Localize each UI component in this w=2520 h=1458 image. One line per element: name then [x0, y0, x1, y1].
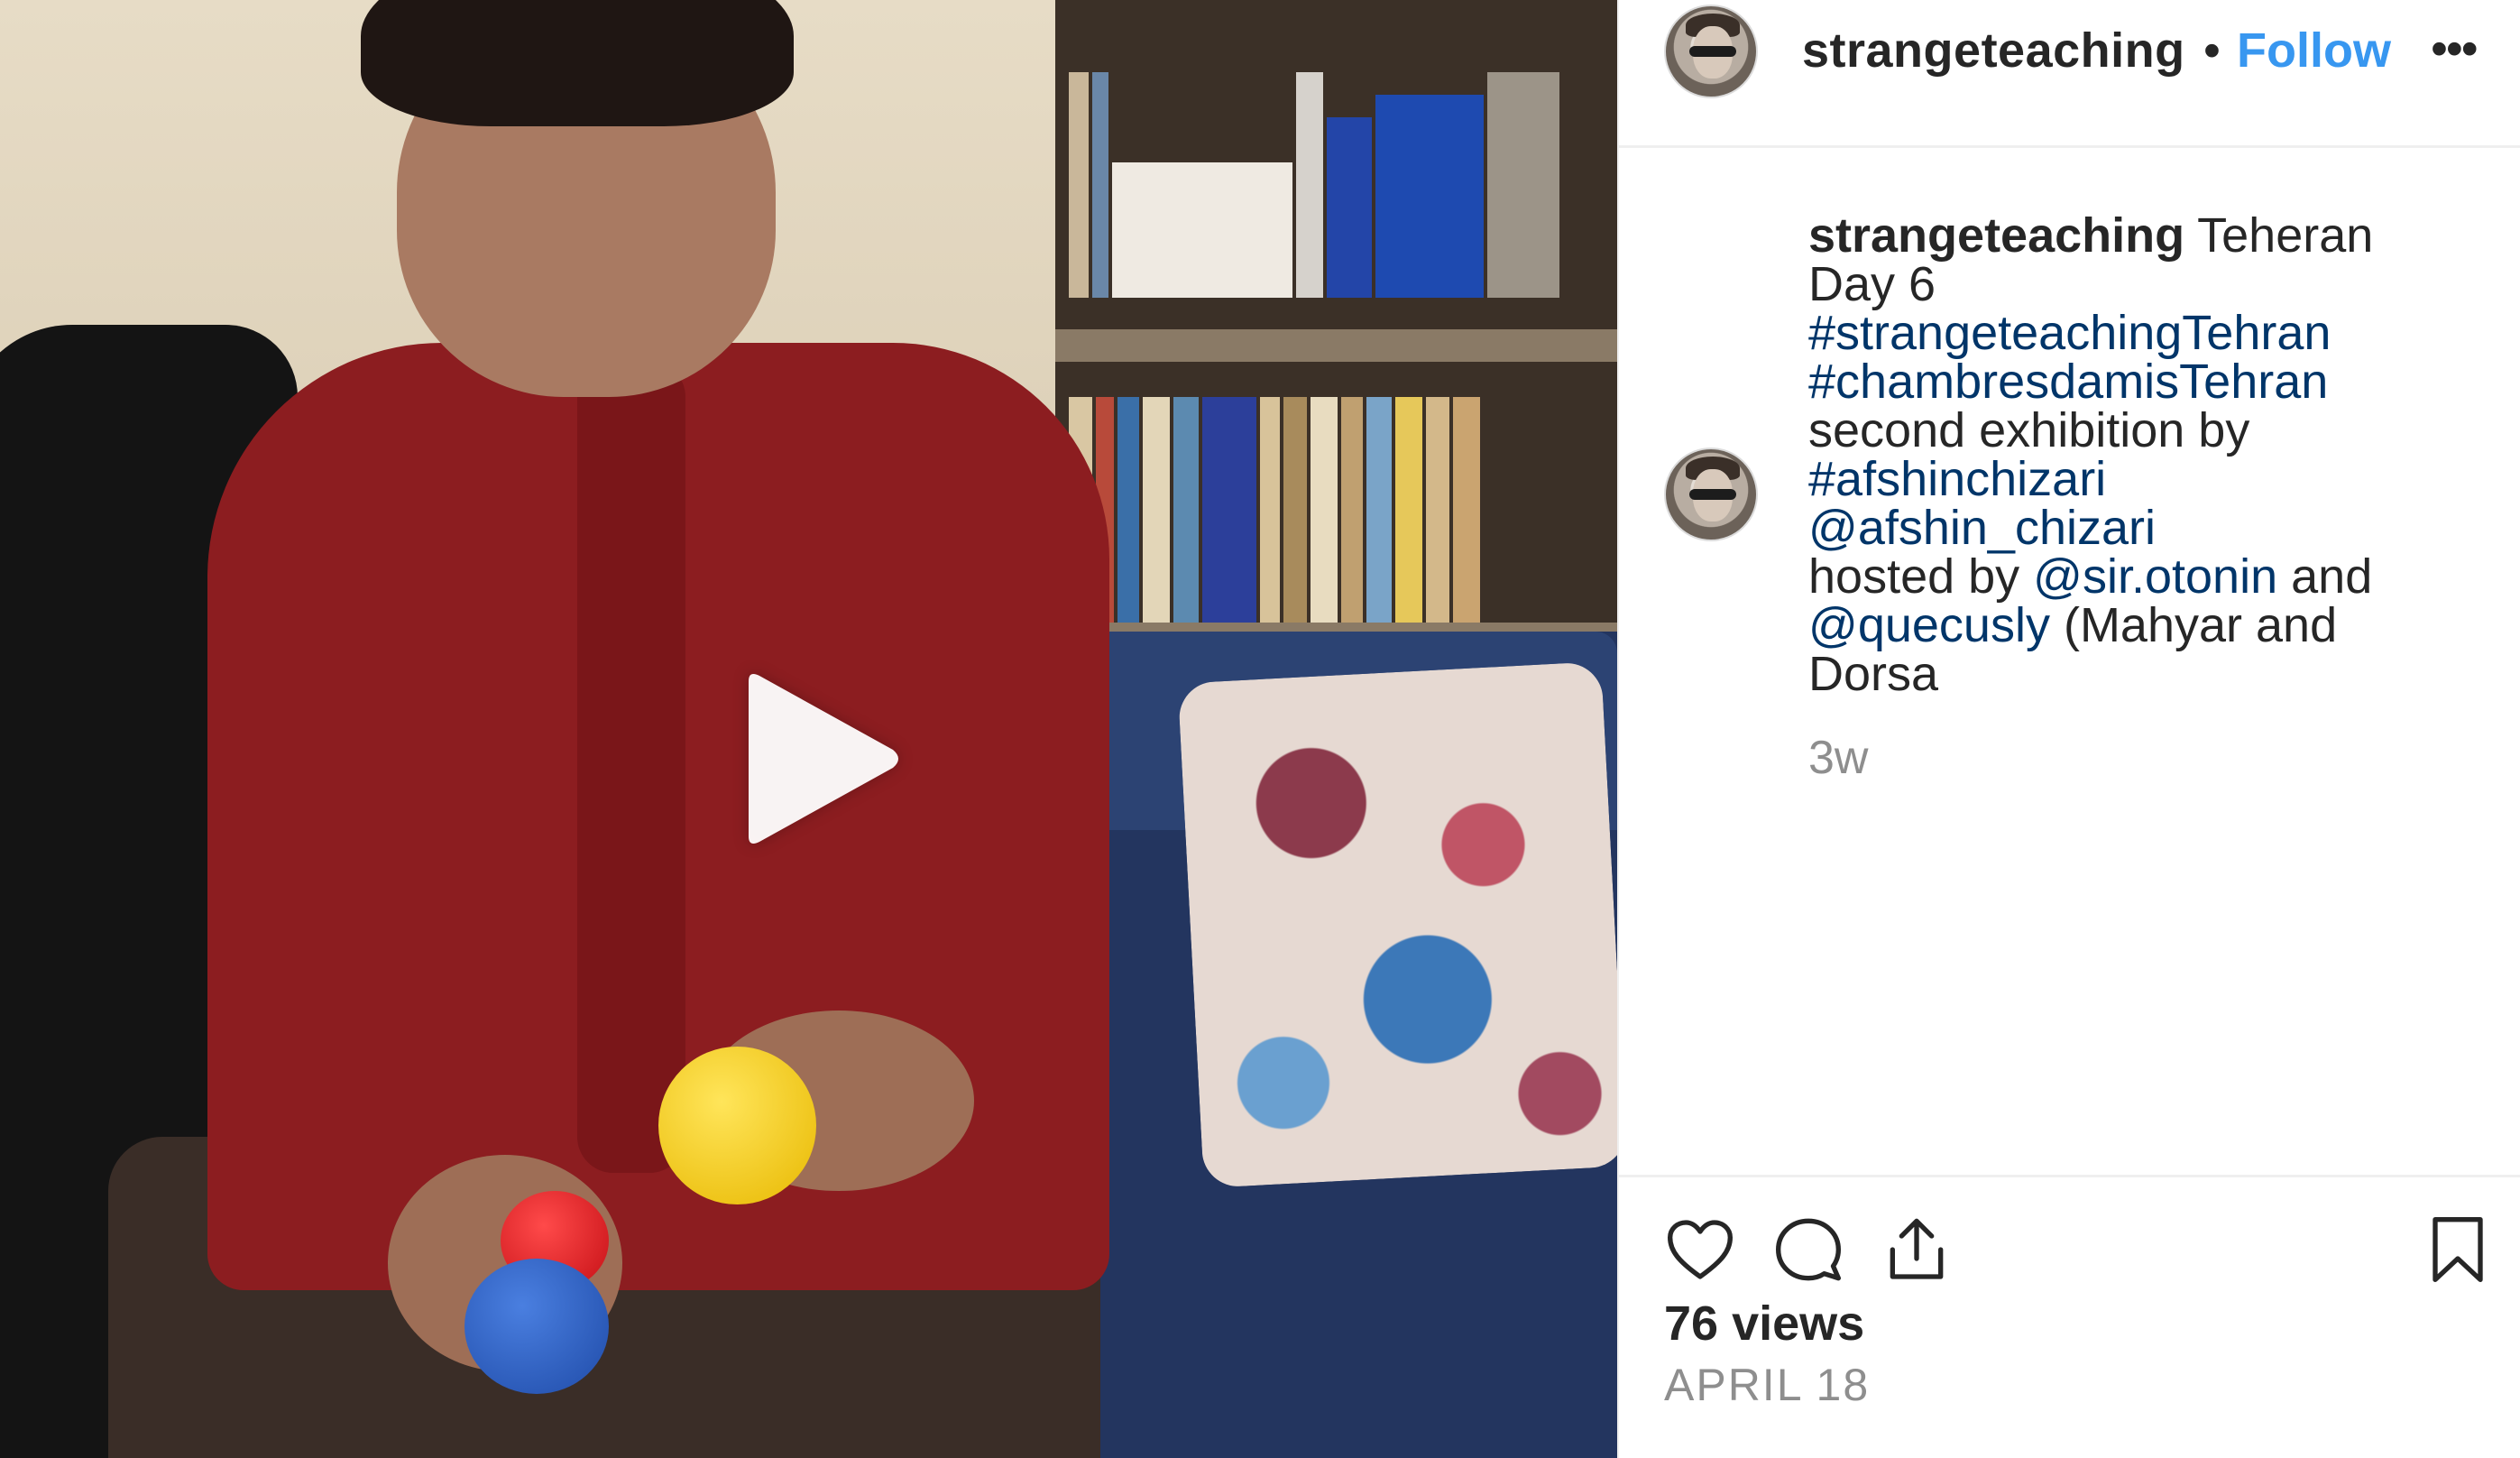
hashtag-link[interactable]: #chambresdamisTehran — [1808, 355, 2328, 409]
caption-text: hosted by — [1808, 549, 2034, 604]
caption-line-8: hosted by @sir.otonin and — [1808, 552, 2503, 601]
post-side-panel: strangeteaching • Follow ••• strangeteac… — [1617, 0, 2520, 1458]
caption-line-9: @quecusly (Mahyar and — [1808, 601, 2503, 650]
avatar-glasses — [1689, 46, 1736, 57]
mention-link[interactable]: @afshin_chizari — [1808, 501, 2156, 555]
comment-icon[interactable] — [1772, 1213, 1844, 1286]
video-books-bottom — [1069, 397, 1610, 623]
caption-line-5: second exhibition by — [1808, 403, 2250, 457]
post-header: strangeteaching • Follow ••• — [1619, 0, 2520, 148]
view-count[interactable]: 76 views — [1664, 1295, 1864, 1352]
mention-link[interactable]: @quecusly — [1808, 598, 2050, 652]
post-actions: 76 views APRIL 18 — [1619, 1175, 2520, 1458]
share-icon[interactable] — [1881, 1213, 1953, 1286]
caption-text: and — [2277, 549, 2373, 604]
caption-line-3: #strangeteachingTehran — [1808, 309, 2503, 357]
video-shirt-placket — [577, 361, 685, 1173]
play-icon[interactable] — [732, 670, 904, 847]
video-shelf-board — [1055, 329, 1617, 362]
post-caption: strangeteaching Teheran Day 6 #strangete… — [1808, 211, 2503, 698]
video-player[interactable] — [0, 0, 1617, 1458]
follow-button[interactable]: Follow — [2237, 22, 2391, 79]
caption-line-10: Dorsa — [1808, 647, 1939, 701]
author-avatar[interactable] — [1664, 5, 1758, 98]
caption-timestamp[interactable]: 3w — [1808, 733, 1868, 783]
hashtag-link[interactable]: #afshinchizari — [1808, 452, 2106, 506]
caption-line-6: #afshinchizari — [1808, 455, 2503, 503]
author-username[interactable]: strangeteaching — [1802, 22, 2194, 79]
bookmark-icon[interactable] — [2422, 1213, 2494, 1286]
caption-line-2: Day 6 — [1808, 257, 1936, 311]
caption-username[interactable]: strangeteaching — [1808, 208, 2184, 263]
video-yellow-ball — [658, 1047, 816, 1204]
heart-icon[interactable] — [1664, 1213, 1736, 1286]
caption-text: (Mahyar and — [2049, 598, 2338, 652]
caption-line-4: #chambresdamisTehran — [1808, 357, 2503, 406]
video-blue-ball — [464, 1259, 609, 1394]
caption-line-7: @afshin_chizari — [1808, 503, 2503, 552]
video-hair — [361, 0, 794, 126]
more-options-icon[interactable]: ••• — [2431, 20, 2479, 78]
avatar-glasses — [1689, 489, 1736, 500]
header-separator: • — [2203, 23, 2221, 78]
video-books-top — [1069, 72, 1610, 298]
caption-text: Teheran — [2184, 208, 2374, 263]
video-floral-pillow — [1177, 661, 1617, 1188]
hashtag-link[interactable]: #strangeteachingTehran — [1808, 306, 2331, 360]
mention-link[interactable]: @sir.otonin — [2033, 549, 2277, 604]
post-date: APRIL 18 — [1664, 1360, 1871, 1410]
caption-line-1: strangeteaching Teheran — [1808, 211, 2503, 260]
caption-author-avatar[interactable] — [1664, 448, 1758, 541]
